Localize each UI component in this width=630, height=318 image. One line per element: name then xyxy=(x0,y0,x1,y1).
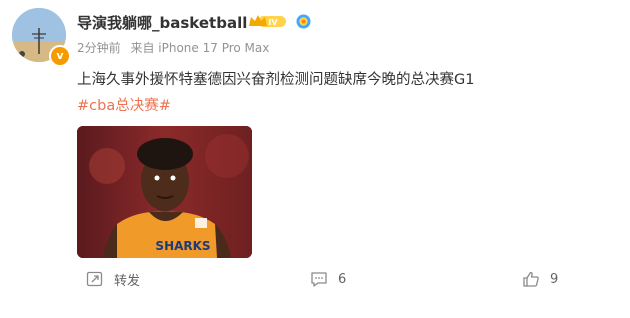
like-count: 9 xyxy=(550,271,559,287)
verified-icon[interactable] xyxy=(296,14,311,29)
comment-button[interactable]: 6 xyxy=(310,268,346,290)
crown-icon[interactable]: IV xyxy=(248,14,288,29)
verified-v-badge: v xyxy=(49,45,71,67)
post-meta: 2分钟前 来自 iPhone 17 Pro Max xyxy=(77,39,275,56)
jersey-text: SHARKS xyxy=(155,239,210,253)
post-source: 来自 iPhone 17 Pro Max xyxy=(130,41,270,55)
hashtag-link[interactable]: #cba总决赛# xyxy=(77,94,171,115)
share-button[interactable]: 转发 xyxy=(86,268,140,290)
level-badge-text: IV xyxy=(268,18,278,27)
weibo-post-card: v 导演我躺哪_basketball IV 2分钟前 来自 iPhone 17 … xyxy=(0,0,630,318)
user-name[interactable]: 导演我躺哪_basketball xyxy=(77,12,247,33)
post-time[interactable]: 2分钟前 xyxy=(77,41,121,55)
player-photo: SHARKS xyxy=(77,126,252,258)
share-label: 转发 xyxy=(114,273,141,289)
comment-icon xyxy=(311,272,327,287)
post-text: 上海久事外援怀特塞德因兴奋剂检测问题缺席今晚的总决赛G1 xyxy=(77,72,475,88)
like-button[interactable]: 9 xyxy=(522,268,558,290)
like-icon xyxy=(523,271,539,287)
post-image[interactable]: SHARKS xyxy=(77,126,252,258)
comment-count: 6 xyxy=(338,271,347,287)
share-icon xyxy=(86,271,103,287)
